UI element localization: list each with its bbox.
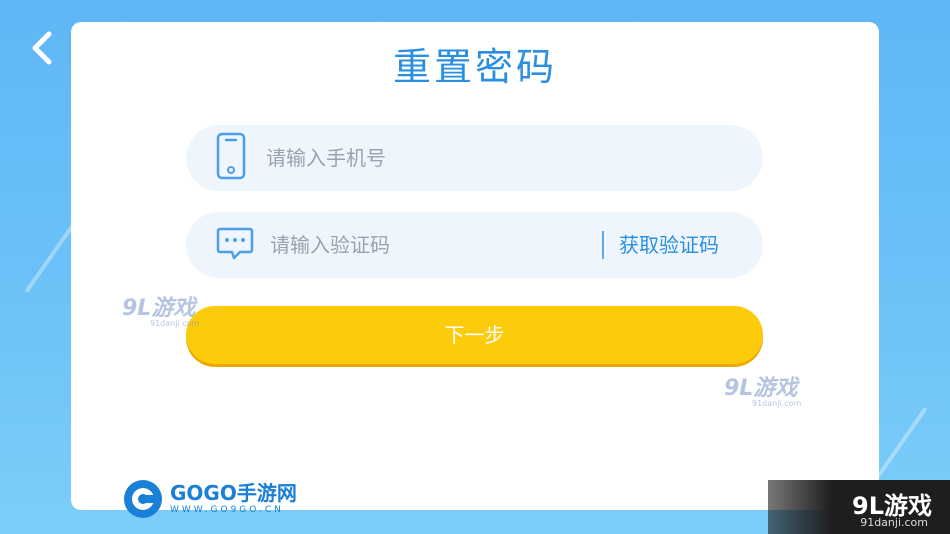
brand-corner-91danji: 9L游戏 91danji.com (768, 480, 950, 534)
brand-corner-sub: 91danji.com (860, 516, 928, 529)
watermark-sub: 91danji.com (150, 319, 200, 328)
code-field[interactable]: 获取验证码 (186, 212, 763, 278)
get-code-button[interactable]: 获取验证码 (619, 212, 719, 278)
background-streak (872, 406, 928, 484)
gogo-logo-name: GOGO手游网 (170, 481, 297, 505)
verification-code-input[interactable] (270, 212, 570, 278)
next-button[interactable]: 下一步 (186, 306, 763, 364)
phone-input[interactable] (266, 125, 566, 191)
gogo-logo-icon (124, 480, 162, 518)
gogo-logo: GOGO手游网 WWW.GO9GO.CN (122, 478, 297, 520)
watermark-sub: 91danji.com (752, 399, 802, 408)
watermark-91danji: 9L游戏 91danji.com (724, 378, 801, 408)
watermark-91danji: 9L游戏 91danji.com (122, 298, 199, 328)
phone-icon (216, 132, 246, 184)
watermark-main: 9L游戏 (122, 296, 196, 321)
code-divider (602, 231, 604, 259)
phone-field[interactable] (186, 125, 763, 191)
gogo-logo-url: WWW.GO9GO.CN (170, 505, 284, 515)
app-screen: { "page": { "title": "重置密码" }, "phone_fi… (0, 0, 950, 534)
message-icon (216, 226, 254, 264)
watermark-main: 9L游戏 (724, 376, 798, 401)
page-title: 重置密码 (392, 45, 557, 89)
